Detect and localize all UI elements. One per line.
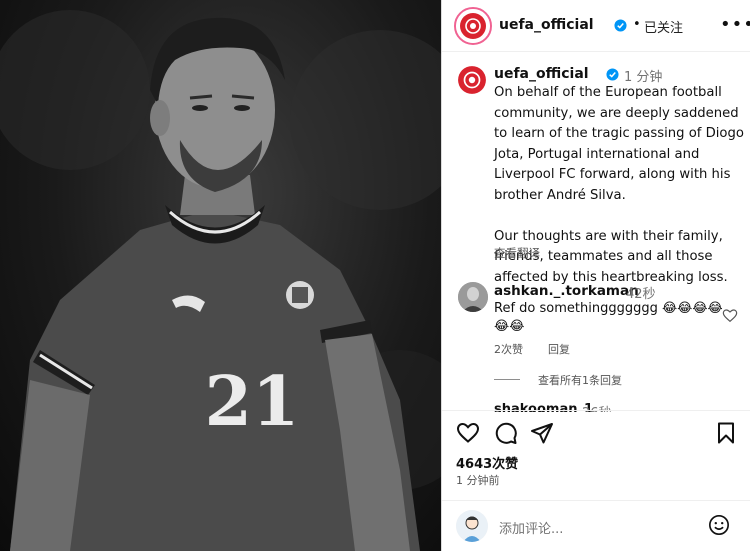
heart-icon[interactable] <box>456 421 480 445</box>
more-options-icon[interactable]: ••• <box>720 14 750 35</box>
post-panel: uefa_official • 已关注 ••• uefa_official 1 … <box>441 0 750 551</box>
post-timestamp: 1 分钟前 <box>456 474 500 487</box>
comment-input[interactable]: 添加评论... <box>499 518 563 537</box>
add-comment-bar: 添加评论... <box>442 500 750 551</box>
separator-dot: • <box>633 17 641 32</box>
commenter-avatar[interactable] <box>458 282 488 312</box>
uefa-avatar[interactable] <box>454 7 492 45</box>
verified-badge-icon <box>606 68 619 81</box>
post-header: uefa_official • 已关注 ••• <box>442 0 750 52</box>
comment-username[interactable]: ashkan._.torkaman <box>494 283 639 299</box>
replies-divider <box>494 379 520 380</box>
comment-reply-button[interactable]: 回复 <box>548 341 570 357</box>
comment-heart-icon[interactable] <box>722 308 738 324</box>
shirt-number: 21 <box>205 362 300 442</box>
view-replies-link[interactable]: 查看所有1条回复 <box>538 372 622 388</box>
uefa-logo-icon <box>458 66 486 94</box>
bookmark-icon[interactable] <box>714 421 738 445</box>
follow-button[interactable]: 已关注 <box>644 17 683 36</box>
header-username[interactable]: uefa_official <box>499 17 594 33</box>
emoji-icon[interactable] <box>708 514 730 536</box>
player-image: 21 <box>0 10 441 551</box>
post-actions: 4643次赞 1 分钟前 <box>442 410 750 494</box>
comment-icon[interactable] <box>494 421 518 445</box>
comment-likes[interactable]: 2次赞 <box>494 341 523 357</box>
see-translation-link[interactable]: 查看翻译 <box>494 245 540 261</box>
comment-text: Ref do somethinggggggg 😂😂😂😂😂😂 <box>494 301 723 334</box>
like-count[interactable]: 4643次赞 <box>456 453 518 472</box>
caption-username[interactable]: uefa_official <box>494 66 589 82</box>
verified-badge-icon <box>614 19 627 32</box>
uefa-logo-icon <box>460 13 486 39</box>
caption-avatar[interactable] <box>456 64 488 96</box>
share-icon[interactable] <box>530 421 554 445</box>
current-user-avatar <box>456 510 488 542</box>
post-photo[interactable]: 21 <box>0 0 441 551</box>
